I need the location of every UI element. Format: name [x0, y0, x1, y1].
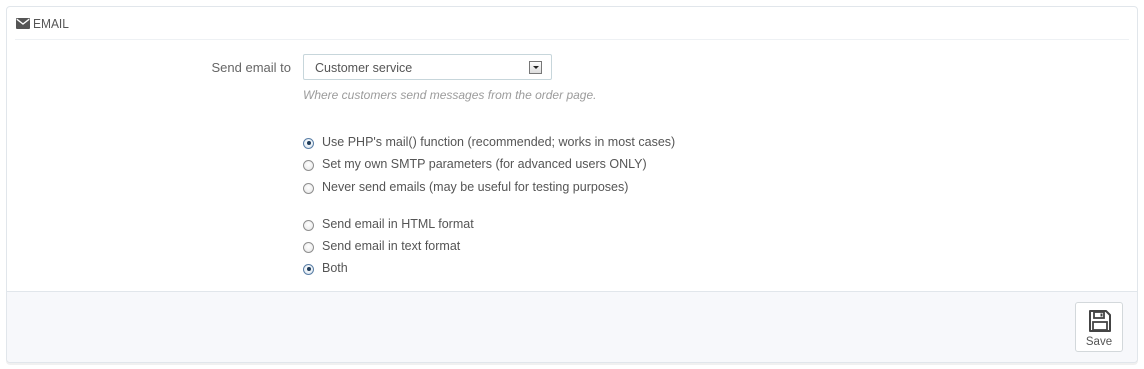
- radio-label: Both: [322, 261, 348, 275]
- radio-button[interactable]: [303, 159, 314, 171]
- panel-title: EMAIL: [33, 15, 69, 31]
- radio-label: Use PHP's mail() function (recommended; …: [322, 135, 676, 149]
- radio-label: Send email in HTML format: [322, 217, 474, 231]
- mail-method-option-php[interactable]: Use PHP's mail() function (recommended; …: [303, 135, 675, 149]
- send-email-to-help: Where customers send messages from the o…: [303, 88, 597, 102]
- radio-label: Send email in text format: [322, 239, 461, 253]
- radio-label: Set my own SMTP parameters (for advanced…: [322, 157, 647, 171]
- mail-format-option-both[interactable]: Both: [303, 261, 348, 275]
- radio-button[interactable]: [303, 263, 314, 275]
- radio-button[interactable]: [303, 219, 314, 231]
- radio-button[interactable]: [303, 137, 314, 149]
- panel-footer: Save: [7, 291, 1137, 362]
- radio-button[interactable]: [303, 182, 314, 194]
- radio-label: Never send emails (may be useful for tes…: [322, 180, 629, 194]
- mail-method-option-never[interactable]: Never send emails (may be useful for tes…: [303, 180, 628, 194]
- send-email-to-select[interactable]: Customer service: [303, 54, 552, 80]
- send-email-to-label: Send email to: [211, 60, 292, 75]
- save-button[interactable]: Save: [1075, 302, 1123, 352]
- mail-format-option-html[interactable]: Send email in HTML format: [303, 217, 474, 231]
- floppy-disk-icon: [1089, 310, 1111, 332]
- mail-method-option-smtp[interactable]: Set my own SMTP parameters (for advanced…: [303, 157, 647, 171]
- mail-format-option-text[interactable]: Send email in text format: [303, 239, 460, 253]
- envelope-icon: [16, 17, 30, 29]
- send-email-to-value: Customer service: [315, 61, 413, 75]
- panel-heading: EMAIL: [15, 7, 1129, 40]
- chevron-down-icon[interactable]: [529, 61, 542, 74]
- email-panel: EMAIL Send email to Customer service Whe…: [6, 6, 1138, 363]
- radio-button[interactable]: [303, 241, 314, 253]
- save-label: Save: [1085, 336, 1113, 348]
